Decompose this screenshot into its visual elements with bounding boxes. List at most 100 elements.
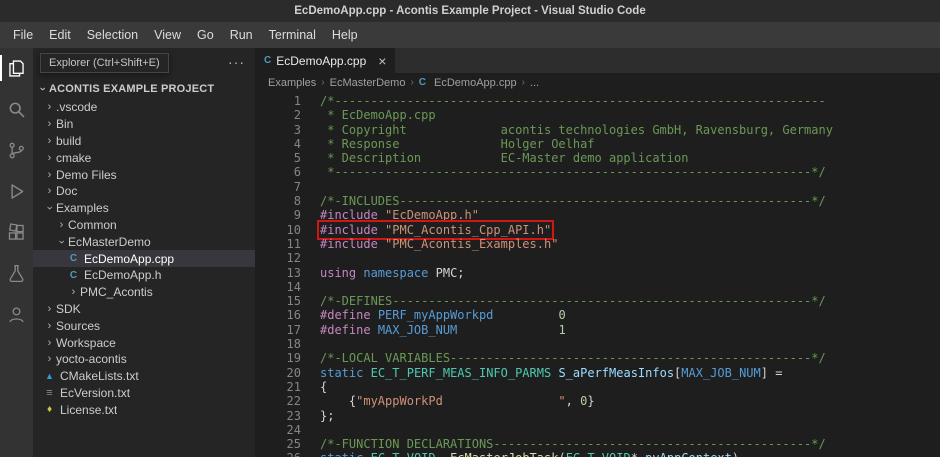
editor-group: C EcDemoApp.cpp × Examples›EcMasterDemo›… [255, 48, 940, 457]
tree-item-label: Common [68, 218, 117, 232]
code-line[interactable]: 11#include "PMC_Acontis_Examples.h" [255, 237, 940, 251]
tree-item-sdk[interactable]: ›SDK [33, 301, 255, 318]
code-line[interactable]: 21{ [255, 380, 940, 394]
tree-item-pmc-acontis[interactable]: ›PMC_Acontis [33, 284, 255, 301]
tree-item-sources[interactable]: ›Sources [33, 317, 255, 334]
breadcrumb-item[interactable]: EcMasterDemo [330, 77, 406, 89]
tree-item-label: SDK [56, 302, 81, 316]
line-content: /*-INCLUDES-----------------------------… [320, 194, 826, 208]
close-icon[interactable]: × [378, 53, 386, 69]
files-icon[interactable] [0, 54, 33, 82]
accounts-icon[interactable] [0, 300, 33, 328]
code-line[interactable]: 25/*-FUNCTION DECLARATIONS--------------… [255, 437, 940, 451]
code-line[interactable]: 5 * Description EC-Master demo applicati… [255, 151, 940, 165]
menu-view[interactable]: View [146, 25, 189, 45]
tree-item-doc[interactable]: ›Doc [33, 183, 255, 200]
breadcrumb: Examples›EcMasterDemo›CEcDemoApp.cpp›... [255, 73, 940, 92]
chevron-right-icon: › [67, 286, 80, 298]
tree-item-cmake[interactable]: ›cmake [33, 149, 255, 166]
code-line[interactable]: 2 * EcDemoApp.cpp [255, 108, 940, 122]
tree-item-label: EcDemoApp.cpp [84, 252, 174, 266]
search-icon[interactable] [0, 95, 33, 123]
tree-item-workspace[interactable]: ›Workspace [33, 334, 255, 351]
tab-label: EcDemoApp.cpp [276, 54, 366, 68]
menu-bar: FileEditSelectionViewGoRunTerminalHelp [0, 22, 940, 48]
line-number: 22 [255, 394, 301, 408]
extensions-icon[interactable] [0, 218, 33, 246]
tree-item-label: EcDemoApp.h [84, 268, 161, 282]
menu-run[interactable]: Run [222, 25, 261, 45]
tree-item-demo-files[interactable]: ›Demo Files [33, 166, 255, 183]
code-line[interactable]: 15/*-DEFINES----------------------------… [255, 294, 940, 308]
tree-item--vscode[interactable]: ›.vscode [33, 99, 255, 116]
code-line[interactable]: 23}; [255, 409, 940, 423]
breadcrumb-item[interactable]: Examples [268, 77, 316, 89]
breadcrumb-item[interactable]: CEcDemoApp.cpp [419, 77, 517, 89]
source-control-icon[interactable] [0, 136, 33, 164]
tree-item-label: Examples [56, 201, 109, 215]
menu-help[interactable]: Help [324, 25, 366, 45]
tree-item-cmakelists-txt[interactable]: ▲CMakeLists.txt [33, 368, 255, 385]
code-line[interactable]: 24 [255, 423, 940, 437]
cpp-file-icon: C [419, 77, 426, 88]
code-line[interactable]: 4 * Response Holger Oelhaf [255, 137, 940, 151]
menu-terminal[interactable]: Terminal [261, 25, 324, 45]
menu-edit[interactable]: Edit [41, 25, 79, 45]
code-line[interactable]: 17#define MAX_JOB_NUM 1 [255, 323, 940, 337]
line-number: 16 [255, 308, 301, 322]
chevron-right-icon: › [43, 152, 56, 164]
tree-item-ecversion-txt[interactable]: ≡EcVersion.txt [33, 385, 255, 402]
code-line[interactable]: 10#include "PMC_Acontis_Cpp_API.h" [255, 223, 940, 237]
chevron-right-icon: › [43, 135, 56, 147]
tree-item-yocto-acontis[interactable]: ›yocto-acontis [33, 351, 255, 368]
project-section-header[interactable]: › ACONTIS EXAMPLE PROJECT [33, 79, 255, 99]
views-and-more-actions-icon[interactable]: ··· [228, 54, 245, 70]
code-line[interactable]: 6 *-------------------------------------… [255, 165, 940, 179]
tree-item-build[interactable]: ›build [33, 133, 255, 150]
code-line[interactable]: 16#define PERF_myAppWorkpd 0 [255, 308, 940, 322]
code-line[interactable]: 20static EC_T_PERF_MEAS_INFO_PARMS S_aPe… [255, 366, 940, 380]
tab-ecdemoapp-cpp[interactable]: C EcDemoApp.cpp × [255, 48, 395, 73]
line-number: 23 [255, 409, 301, 423]
tree-item-license-txt[interactable]: ♦License.txt [33, 401, 255, 418]
menu-go[interactable]: Go [189, 25, 222, 45]
code-line[interactable]: 18 [255, 337, 940, 351]
tree-item-bin[interactable]: ›Bin [33, 116, 255, 133]
tree-item-common[interactable]: ›Common [33, 217, 255, 234]
tree-item-ecdemoapp-cpp[interactable]: CEcDemoApp.cpp [33, 250, 255, 267]
code-line[interactable]: 9#include "EcDemoApp.h" [255, 208, 940, 222]
line-content: /*-DEFINES------------------------------… [320, 294, 826, 308]
code-line[interactable]: 14 [255, 280, 940, 294]
txt-file-icon: ≡ [43, 387, 56, 399]
tree-item-ecdemoapp-h[interactable]: CEcDemoApp.h [33, 267, 255, 284]
line-number: 9 [255, 208, 301, 222]
line-content: *---------------------------------------… [320, 165, 826, 179]
tree-item-label: Sources [56, 319, 100, 333]
chevron-right-icon: › [43, 320, 56, 332]
code-line[interactable]: 13using namespace PMC; [255, 266, 940, 280]
line-number: 17 [255, 323, 301, 337]
code-line[interactable]: 8 /*-INCLUDES----------------------------… [255, 194, 940, 208]
line-number: 21 [255, 380, 301, 394]
breadcrumb-item[interactable]: ... [530, 77, 539, 89]
menu-file[interactable]: File [5, 25, 41, 45]
line-number: 8 [255, 194, 301, 208]
line-number: 26 [255, 451, 301, 457]
code-line[interactable]: 12 [255, 251, 940, 265]
code-editor[interactable]: 1/*-------------------------------------… [255, 92, 940, 457]
tree-item-label: Demo Files [56, 168, 117, 182]
testing-icon[interactable] [0, 259, 33, 287]
code-line[interactable]: 1/*-------------------------------------… [255, 94, 940, 108]
tree-item-ecmasterdemo[interactable]: ›EcMasterDemo [33, 233, 255, 250]
code-line[interactable]: 26static EC_T_VOID EcMasterJobTask(EC_T_… [255, 451, 940, 457]
menu-selection[interactable]: Selection [79, 25, 146, 45]
file-tree: ›.vscode›Bin›build›cmake›Demo Files›Doc›… [33, 99, 255, 418]
code-line[interactable]: 22 {"myAppWorkPd ", 0} [255, 394, 940, 408]
code-line[interactable]: 19/*-LOCAL VARIABLES--------------------… [255, 351, 940, 365]
tree-item-examples[interactable]: ›Examples [33, 200, 255, 217]
breadcrumb-separator-icon: › [321, 77, 324, 88]
run-debug-icon[interactable] [0, 177, 33, 205]
code-line[interactable]: 3 * Copyright acontis technologies GmbH,… [255, 123, 940, 137]
code-line[interactable]: 7 [255, 180, 940, 194]
line-number: 4 [255, 137, 301, 151]
